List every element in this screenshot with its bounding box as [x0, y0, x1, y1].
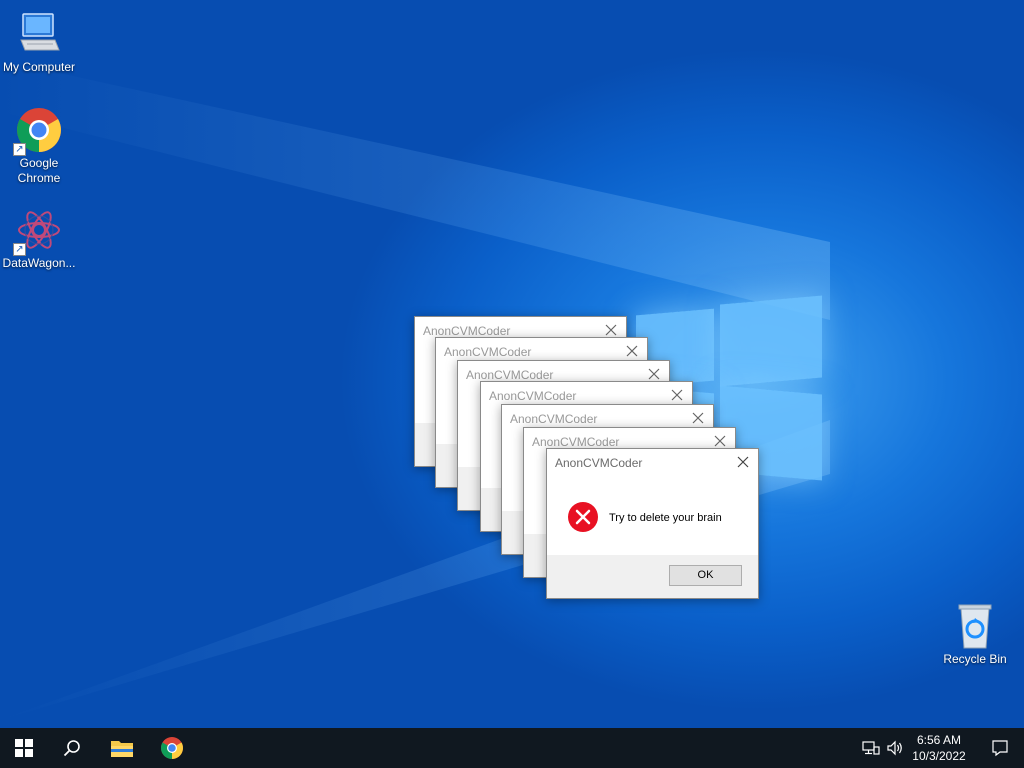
- error-icon: [567, 501, 599, 533]
- chrome-icon: [161, 737, 183, 759]
- dialog-title: AnonCVMCoder: [444, 345, 532, 359]
- volume-button[interactable]: [882, 728, 908, 768]
- start-icon: [15, 739, 33, 757]
- close-icon[interactable]: [668, 386, 686, 404]
- dialog-title: AnonCVMCoder: [489, 389, 577, 403]
- close-icon[interactable]: [689, 409, 707, 427]
- desktop-icon-chrome[interactable]: ↗ Google Chrome: [0, 106, 78, 186]
- light-beam: [0, 60, 830, 320]
- chrome-taskbar-button[interactable]: [148, 728, 196, 768]
- desktop-icon-label: My Computer: [2, 60, 76, 74]
- desktop-icon-label: Recycle Bin: [943, 652, 1007, 666]
- dialog-message: Try to delete your brain: [609, 512, 722, 524]
- desktop-icon-recycle-bin[interactable]: Recycle Bin: [936, 602, 1014, 667]
- desktop[interactable]: My Computer ↗ Google Chrome ↗ DataWagon.…: [0, 0, 1024, 728]
- search-icon: [63, 740, 80, 757]
- clock-date: 10/3/2022: [912, 749, 966, 763]
- desktop-icon-datawagon[interactable]: ↗ DataWagon...: [0, 206, 78, 271]
- taskbar: 6:56 AM 10/3/2022: [0, 728, 1024, 768]
- shortcut-arrow-icon: ↗: [13, 243, 26, 256]
- network-icon: [862, 741, 880, 755]
- file-explorer-button[interactable]: [98, 728, 146, 768]
- dialog-title: AnonCVMCoder: [466, 368, 554, 382]
- logo-pane: [720, 295, 822, 387]
- file-explorer-icon: [111, 741, 133, 757]
- close-icon[interactable]: [734, 453, 752, 471]
- chrome-icon: ↗: [13, 106, 63, 156]
- monitor-icon: [15, 10, 63, 58]
- dialog-title: AnonCVMCoder: [555, 456, 643, 470]
- message-dialog-active[interactable]: AnonCVMCoder Try to delete your brain OK: [546, 448, 759, 599]
- desktop-icon-label: DataWagon...: [2, 256, 76, 270]
- start-button[interactable]: [0, 728, 48, 768]
- notification-icon: [992, 740, 1008, 757]
- dialog-title: AnonCVMCoder: [510, 412, 598, 426]
- dialog-footer: OK: [547, 555, 758, 598]
- datawagon-icon: ↗: [13, 206, 63, 256]
- clock-time: 6:56 AM: [916, 733, 962, 747]
- taskbar-clock[interactable]: 6:56 AM 10/3/2022: [906, 732, 972, 764]
- dialog-title: AnonCVMCoder: [423, 324, 511, 338]
- recycle-bin-icon: [951, 602, 999, 650]
- dialog-title: AnonCVMCoder: [532, 435, 620, 449]
- desktop-icon-my-computer[interactable]: My Computer: [0, 10, 78, 75]
- volume-icon: [887, 740, 902, 756]
- ok-button[interactable]: OK: [669, 565, 742, 586]
- search-button[interactable]: [48, 728, 96, 768]
- network-button[interactable]: [858, 728, 884, 768]
- close-icon[interactable]: [623, 342, 641, 360]
- dialog-titlebar[interactable]: AnonCVMCoder: [547, 449, 758, 475]
- shortcut-arrow-icon: ↗: [13, 143, 26, 156]
- notification-button[interactable]: [976, 728, 1024, 768]
- desktop-icon-label: Google Chrome: [17, 156, 61, 185]
